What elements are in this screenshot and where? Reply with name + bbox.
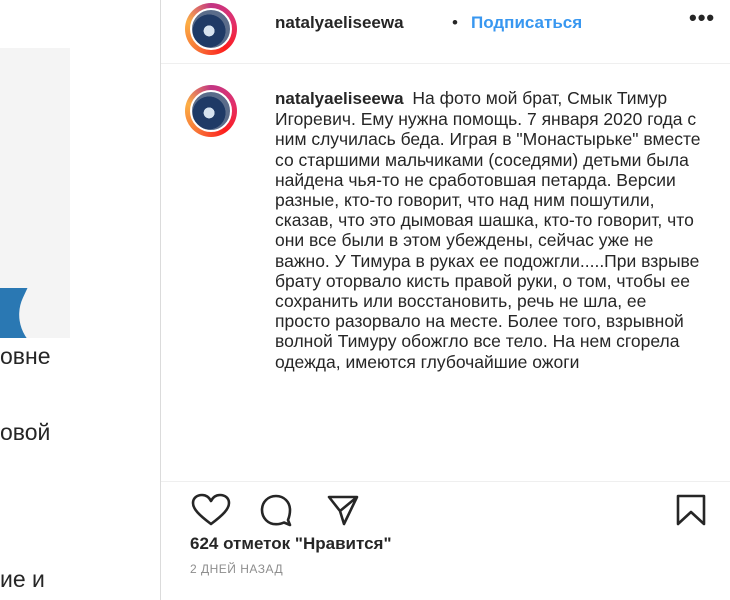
left-text-fragment: овой [0, 419, 51, 445]
likes-count[interactable]: 624 отметок "Нравится" [190, 534, 392, 554]
header-username[interactable]: natalyaeliseewa [275, 13, 404, 33]
caption-avatar[interactable] [185, 85, 237, 137]
left-text-fragment: ие и [0, 566, 45, 592]
header-divider [161, 63, 730, 64]
left-background-panel: овне овой ие и [0, 0, 160, 600]
comment-icon[interactable] [259, 493, 293, 532]
caption-username[interactable]: natalyaeliseewa [275, 89, 404, 108]
avatar[interactable] [185, 3, 237, 55]
bookmark-icon[interactable] [674, 493, 708, 532]
post-timestamp[interactable]: 2 ДНЕЙ НАЗАД [190, 562, 283, 576]
actions-divider [161, 481, 730, 482]
caption-text: На фото мой брат, Смык Тимур Игоревич. Е… [275, 88, 701, 372]
post-caption: natalyaeliseewa На фото мой брат, Смык Т… [275, 88, 705, 480]
left-text-fragment: овне [0, 343, 51, 369]
post-photo-fragment [0, 48, 70, 338]
heart-icon[interactable] [191, 493, 231, 532]
follow-button[interactable]: Подписаться [471, 13, 582, 33]
paper-plane-icon[interactable] [326, 493, 360, 532]
post-panel: natalyaeliseewa • Подписаться ••• nataly… [161, 0, 730, 600]
more-options-icon[interactable]: ••• [689, 5, 715, 31]
separator-dot: • [452, 13, 458, 32]
